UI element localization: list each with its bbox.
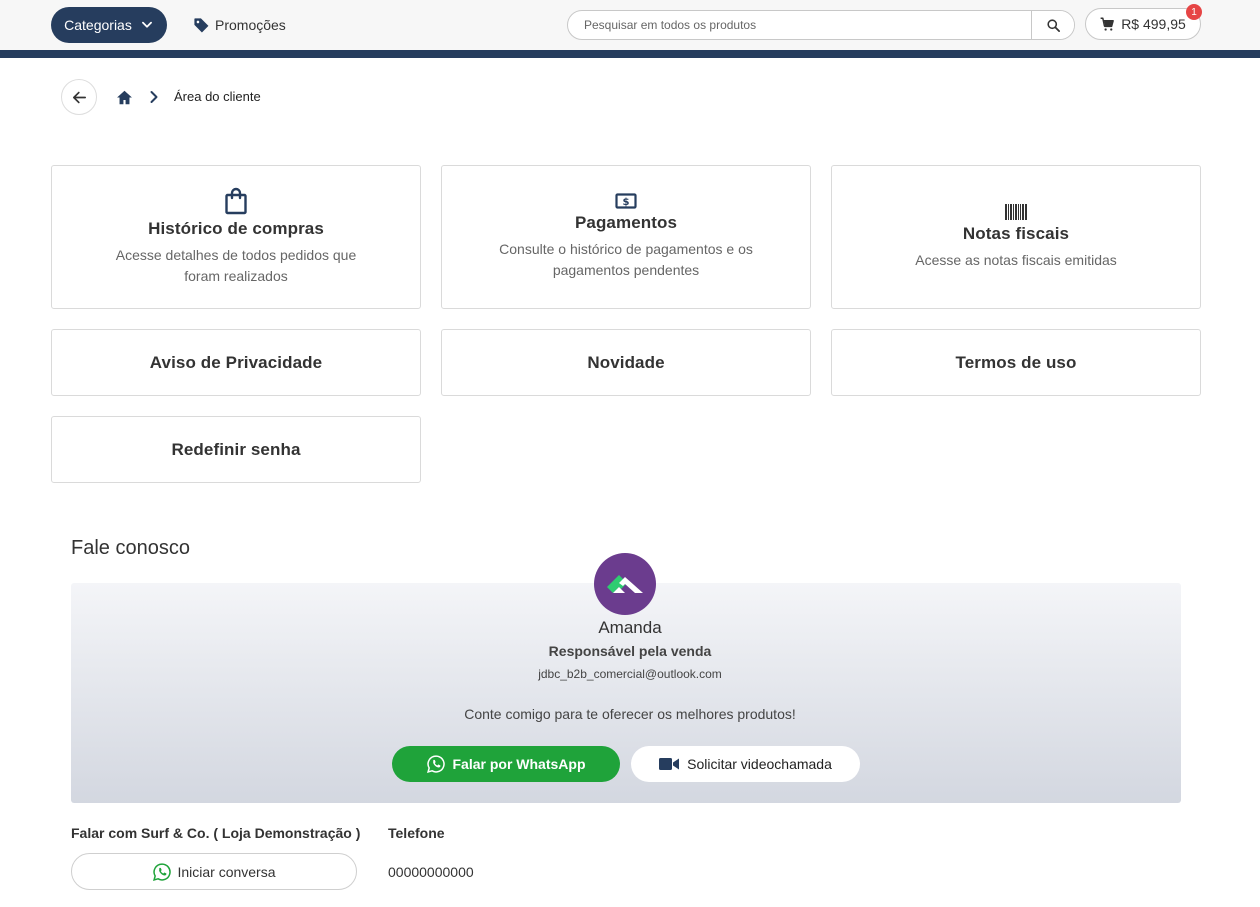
card-title: Histórico de compras [148, 219, 324, 238]
card-description: Acesse as notas fiscais emitidas [915, 251, 1117, 268]
card-news[interactable]: Novidade [441, 329, 811, 396]
card-invoices[interactable]: Notas fiscais Acesse as notas fiscais em… [831, 165, 1201, 309]
categories-label: Categorias [64, 17, 132, 33]
card-payments[interactable]: $ Pagamentos Consulte o histórico de pag… [441, 165, 811, 309]
cart-total: R$ 499,95 [1121, 16, 1186, 32]
card-description: Consulte o histórico de pagamentos e os … [499, 241, 753, 278]
header-accent-bar [0, 50, 1260, 58]
agent-role: Responsável pela venda [548, 643, 712, 659]
whatsapp-label: Falar por WhatsApp [452, 756, 586, 772]
breadcrumb-current: Área do cliente [174, 89, 261, 104]
agent-name: Amanda [598, 618, 662, 637]
start-chat-label: Iniciar conversa [177, 863, 276, 880]
agent-message: Conte comigo para te oferecer os melhore… [464, 706, 796, 722]
cart-count-badge: 1 [1186, 4, 1202, 20]
video-camera-icon [659, 758, 680, 770]
card-reset-password[interactable]: Redefinir senha [51, 416, 421, 483]
arrow-left-icon [72, 91, 86, 103]
home-icon[interactable] [116, 89, 133, 106]
card-terms-of-use[interactable]: Termos de uso [831, 329, 1201, 396]
search-icon [1046, 18, 1060, 32]
phone-label: Telefone [388, 825, 445, 841]
promotions-link[interactable]: Promoções [193, 14, 286, 36]
card-title: Notas fiscais [962, 223, 1070, 243]
cart-button[interactable]: R$ 499,95 [1085, 8, 1201, 40]
avatar [594, 553, 656, 615]
promotions-label: Promoções [215, 17, 286, 33]
whatsapp-button[interactable]: Falar por WhatsApp [392, 746, 620, 782]
svg-text:$: $ [623, 197, 630, 208]
agent-email: jdbc_b2b_comercial@outlook.com [538, 667, 722, 681]
card-description: Acesse detalhes de todos pedidos que for… [115, 247, 357, 284]
card-privacy-notice[interactable]: Aviso de Privacidade [51, 329, 421, 396]
whatsapp-icon [153, 862, 172, 881]
money-icon: $ [615, 193, 637, 209]
brand-logo-icon [607, 575, 643, 593]
categories-button[interactable]: Categorias [51, 7, 167, 43]
card-title: Novidade [587, 352, 665, 372]
card-title: Termos de uso [955, 352, 1077, 372]
card-title: Redefinir senha [171, 439, 301, 459]
phone-value: 00000000000 [388, 864, 474, 880]
whatsapp-icon [427, 755, 446, 773]
contact-panel [71, 583, 1181, 803]
video-call-label: Solicitar videochamada [687, 756, 832, 772]
tag-icon [194, 17, 209, 32]
search-input[interactable] [568, 11, 1031, 39]
cart-icon [1100, 17, 1115, 31]
barcode-icon [1005, 203, 1027, 220]
card-title: Pagamentos [574, 213, 678, 232]
search-button[interactable] [1031, 11, 1074, 39]
back-button[interactable] [61, 79, 97, 115]
shopping-bag-icon [224, 187, 248, 215]
card-title: Aviso de Privacidade [149, 352, 323, 372]
search-bar [567, 10, 1075, 40]
start-chat-button[interactable]: Iniciar conversa [71, 853, 357, 890]
store-contact-label: Falar com Surf & Co. ( Loja Demonstração… [71, 825, 361, 841]
chevron-down-icon [141, 21, 152, 28]
contact-section-title: Fale conosco [71, 537, 190, 559]
video-call-button[interactable]: Solicitar videochamada [631, 746, 860, 782]
chevron-right-icon [150, 91, 158, 103]
card-purchase-history[interactable]: Histórico de compras Acesse detalhes de … [51, 165, 421, 309]
